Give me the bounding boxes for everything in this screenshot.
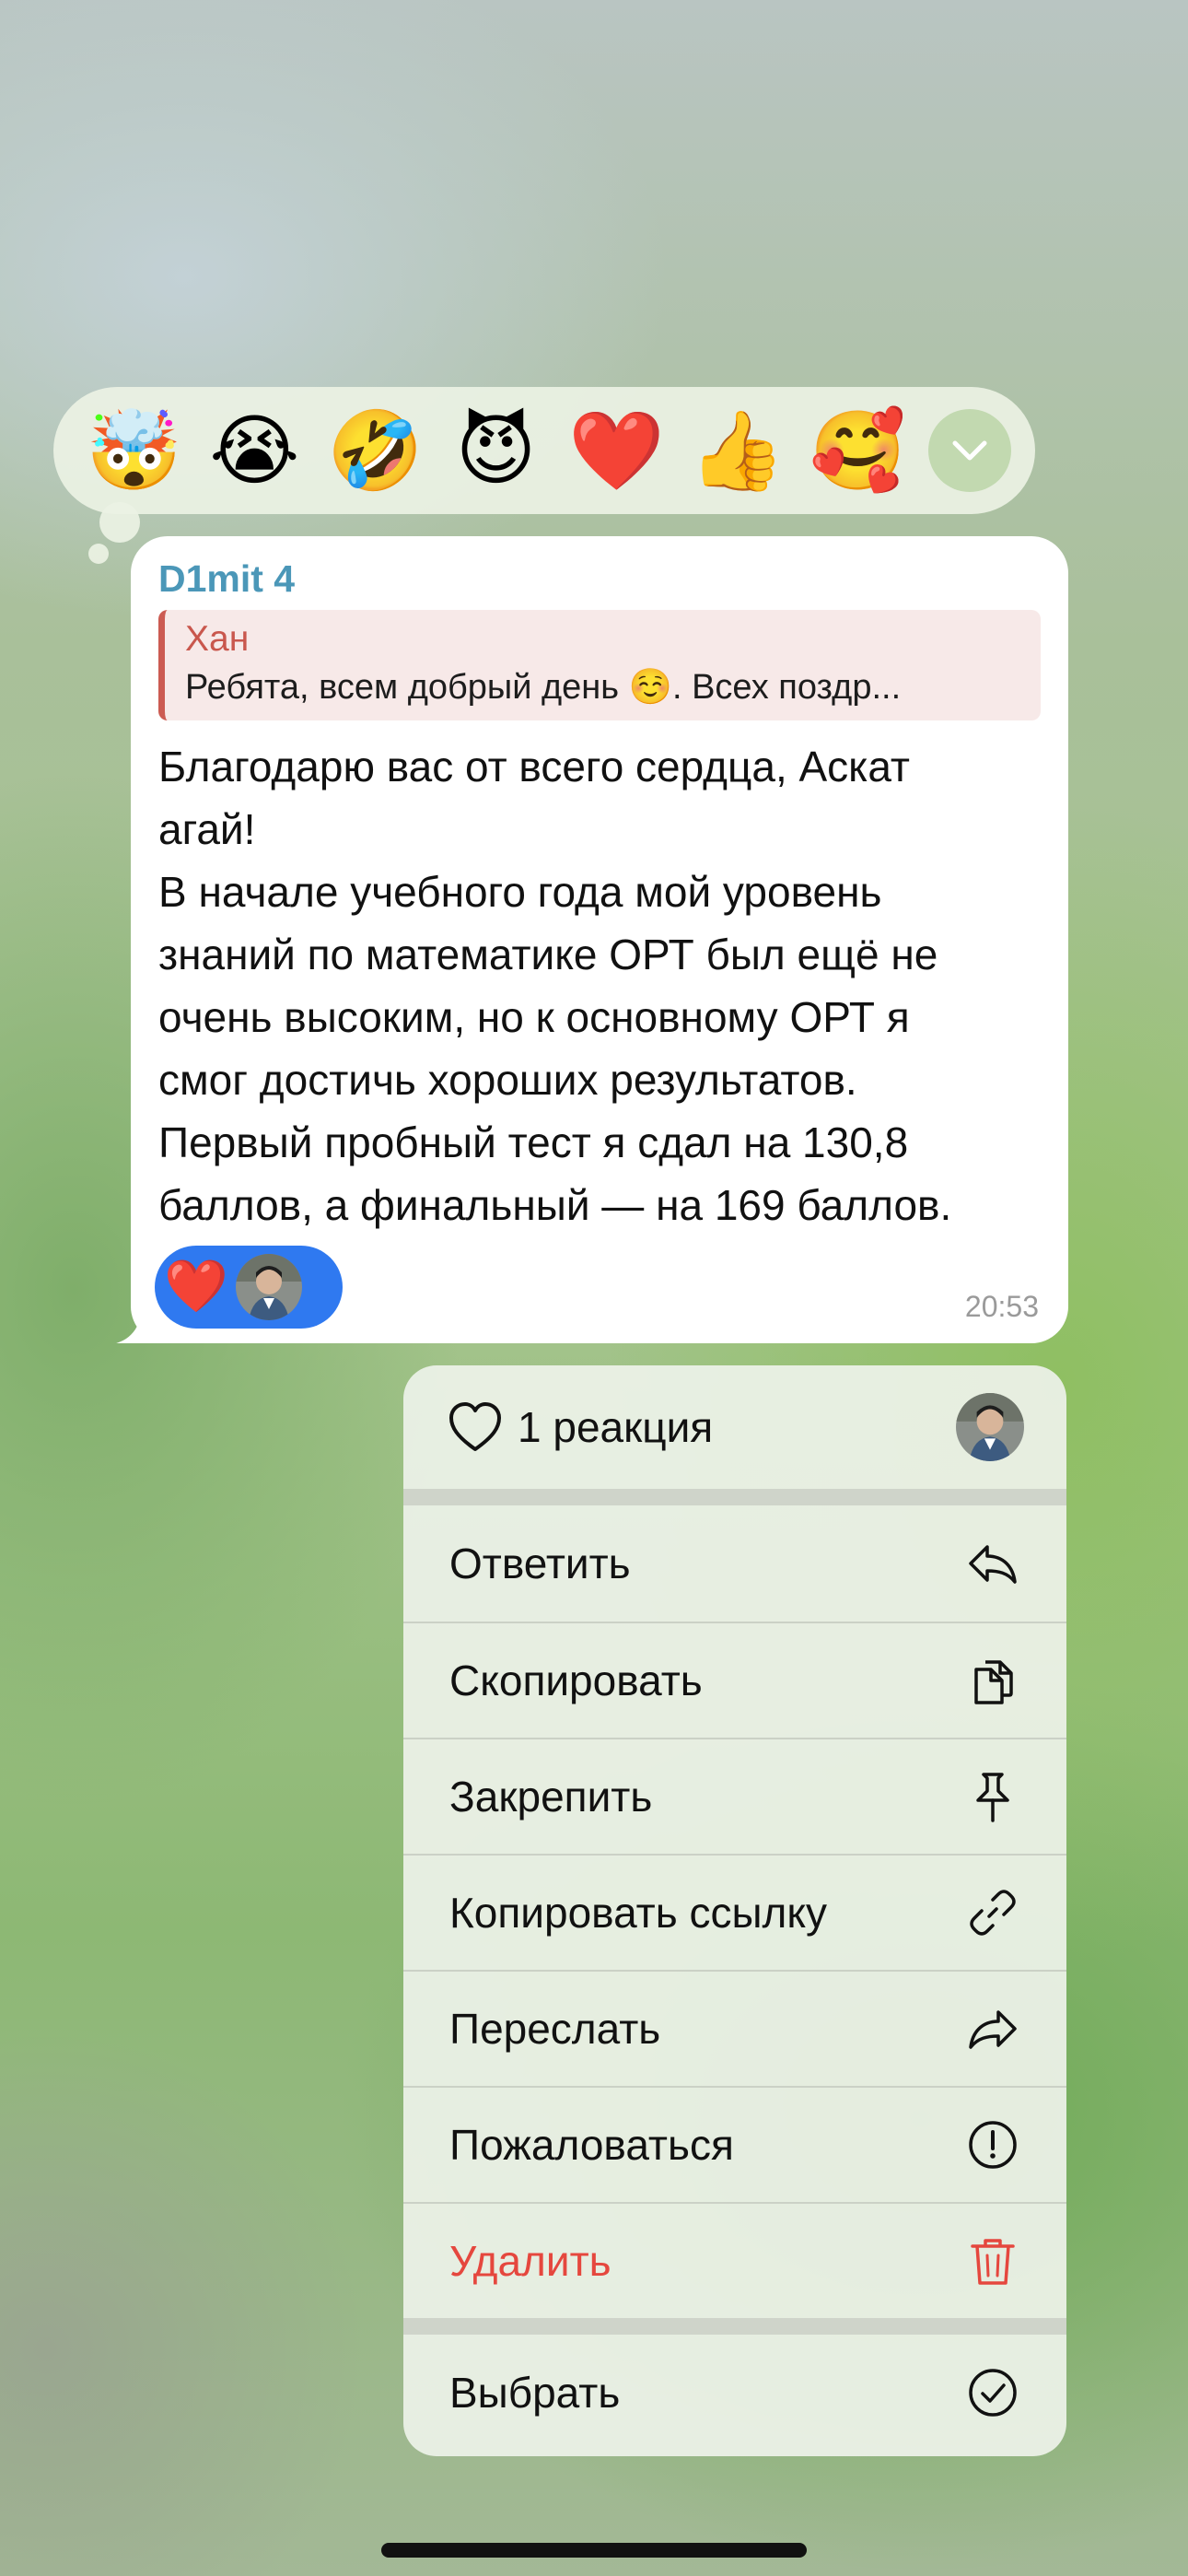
checkmark-circle-icon [969, 2369, 1017, 2417]
reply-quote[interactable]: Хан Ребята, всем добрый день ☺️. Всех по… [158, 610, 1041, 720]
menu-item-label: Закрепить [449, 1773, 653, 1821]
menu-item-label: Ответить [449, 1540, 631, 1587]
menu-item-label: Пожаловаться [449, 2121, 734, 2169]
reaction-exploding-head[interactable]: 🤯 [74, 400, 194, 501]
menu-item-copy-link[interactable]: Копировать ссылку [403, 1854, 1066, 1970]
message-reaction-chip[interactable]: ❤️ [155, 1246, 343, 1329]
menu-item-select[interactable]: Выбрать [403, 2335, 1066, 2451]
reaction-smiling-hearts-face[interactable]: 🥰 [798, 400, 918, 501]
menu-separator [403, 2318, 1066, 2335]
reaction-thumbs-up[interactable]: 👍 [677, 400, 798, 501]
link-icon [970, 1890, 1016, 1936]
chevron-down-icon [952, 440, 987, 461]
reaction-rofl-face[interactable]: 🤣 [315, 400, 436, 501]
menu-item-label: Переслать [449, 2005, 661, 2053]
reaction-bar-tail-dot [88, 544, 109, 564]
trash-icon [971, 2239, 1015, 2285]
reply-author: Хан [185, 619, 250, 659]
menu-item-delete[interactable]: Удалить [403, 2202, 1066, 2318]
menu-item-label: Выбрать [449, 2369, 621, 2417]
reactions-summary[interactable]: 1 реакция [403, 1365, 1066, 1489]
message-time: 20:53 [964, 1290, 1039, 1323]
reaction-heart[interactable]: ❤️ [556, 400, 677, 501]
copy-icon [974, 1660, 1013, 1704]
menu-item-label: Копировать ссылку [449, 1889, 828, 1937]
menu-item-copy[interactable]: Скопировать [403, 1622, 1066, 1738]
pin-icon [976, 1773, 1009, 1822]
menu-item-label: Удалить [449, 2237, 611, 2285]
reply-text: Ребята, всем добрый день ☺️. Всех поздр.… [185, 668, 902, 707]
reply-icon [969, 1545, 1017, 1584]
reaction-devil-face[interactable]: 😈 [436, 400, 556, 501]
context-menu: 1 реакция Ответить Скопировать Закрепить… [403, 1365, 1066, 2456]
reactions-count-label: 1 реакция [518, 1403, 714, 1451]
menu-item-report[interactable]: Пожаловаться [403, 2086, 1066, 2202]
menu-separator [403, 1489, 1066, 1505]
message-bubble[interactable]: D1mit 4 Хан Ребята, всем добрый день ☺️.… [131, 536, 1068, 1343]
forward-icon [969, 2010, 1017, 2049]
report-icon [969, 2121, 1017, 2169]
reaction-picker: 🤯 😭 🤣 😈 ❤️ 👍 🥰 [53, 387, 1035, 514]
message-text: Благодарю вас от всего сердца, Аскат ага… [158, 743, 952, 1229]
avatar [236, 1254, 302, 1320]
menu-item-forward[interactable]: Переслать [403, 1970, 1066, 2086]
expand-reactions-button[interactable] [928, 409, 1011, 492]
reaction-bar-tail [99, 502, 140, 543]
avatar [956, 1393, 1024, 1461]
reaction-heart-icon: ❤️ [164, 1257, 228, 1317]
sender-name[interactable]: D1mit 4 [158, 553, 1041, 604]
menu-item-reply[interactable]: Ответить [403, 1505, 1066, 1622]
reaction-crying-face[interactable]: 😭 [194, 400, 315, 501]
home-indicator[interactable] [381, 2543, 807, 2558]
menu-item-pin[interactable]: Закрепить [403, 1738, 1066, 1854]
heart-outline-icon [449, 1402, 501, 1451]
menu-item-label: Скопировать [449, 1657, 703, 1704]
